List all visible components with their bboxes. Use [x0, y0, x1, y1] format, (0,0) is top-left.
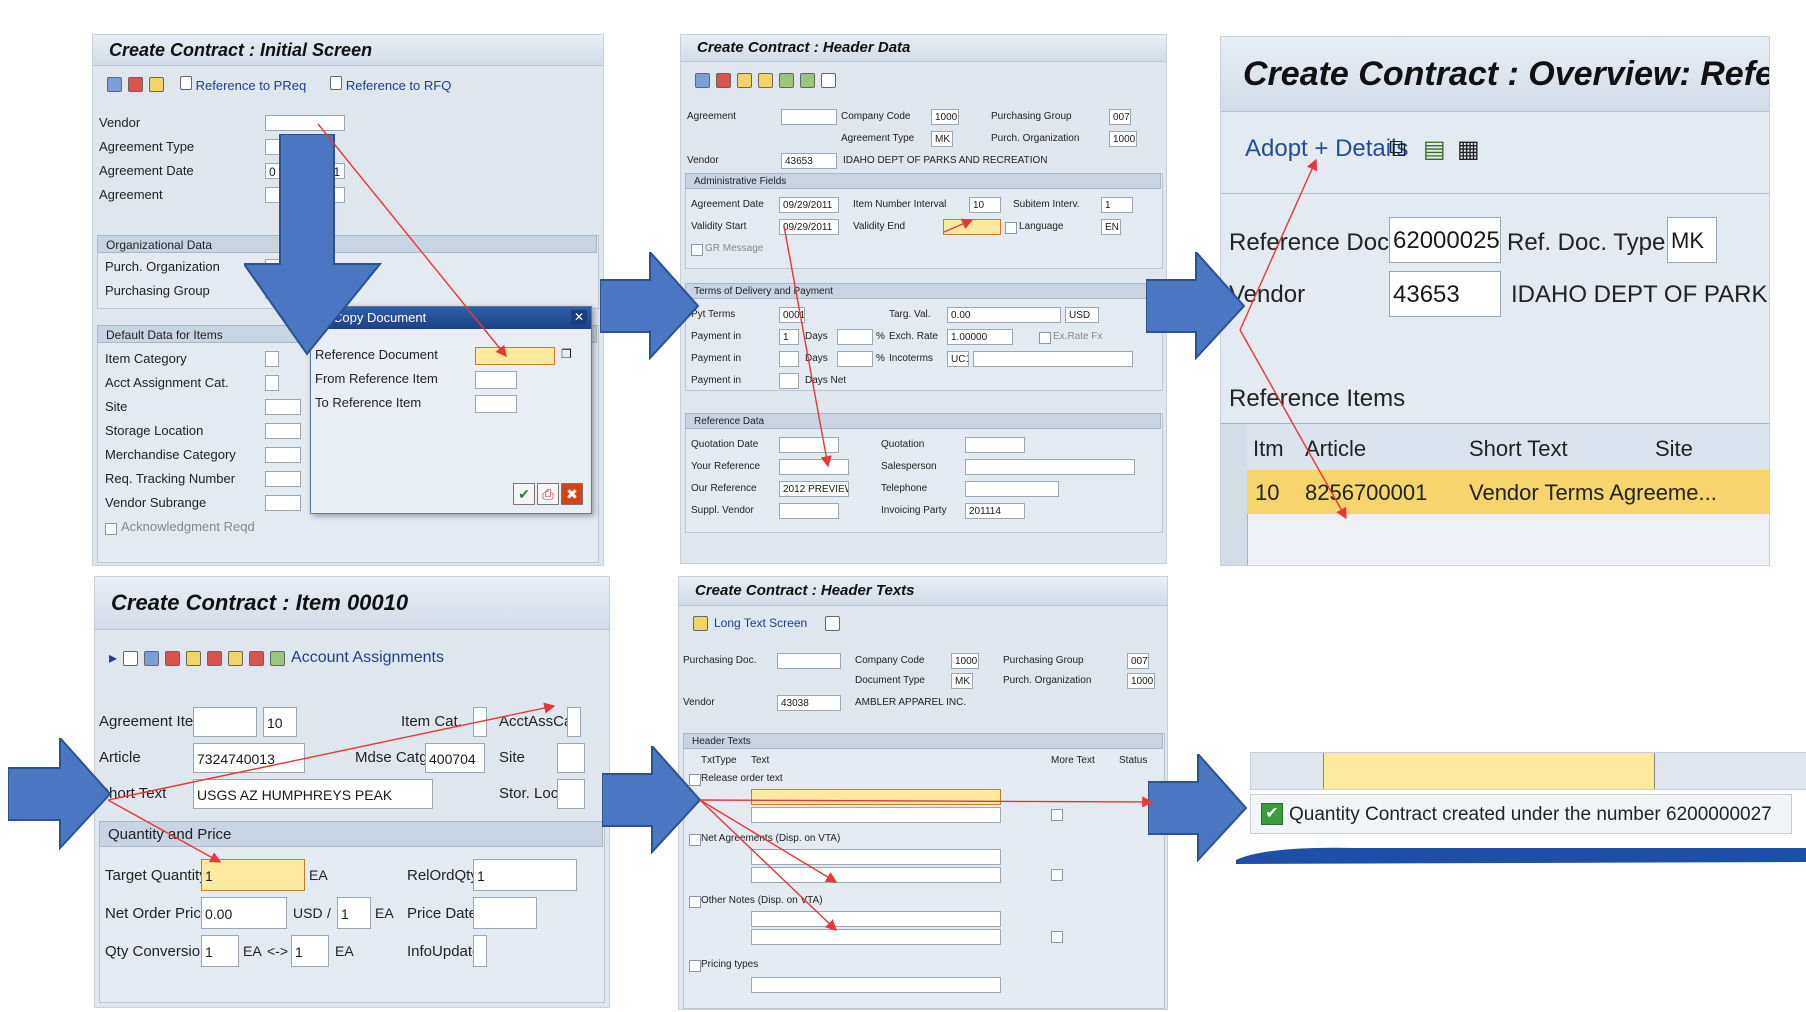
- annotation-lines: [107, 123, 1347, 931]
